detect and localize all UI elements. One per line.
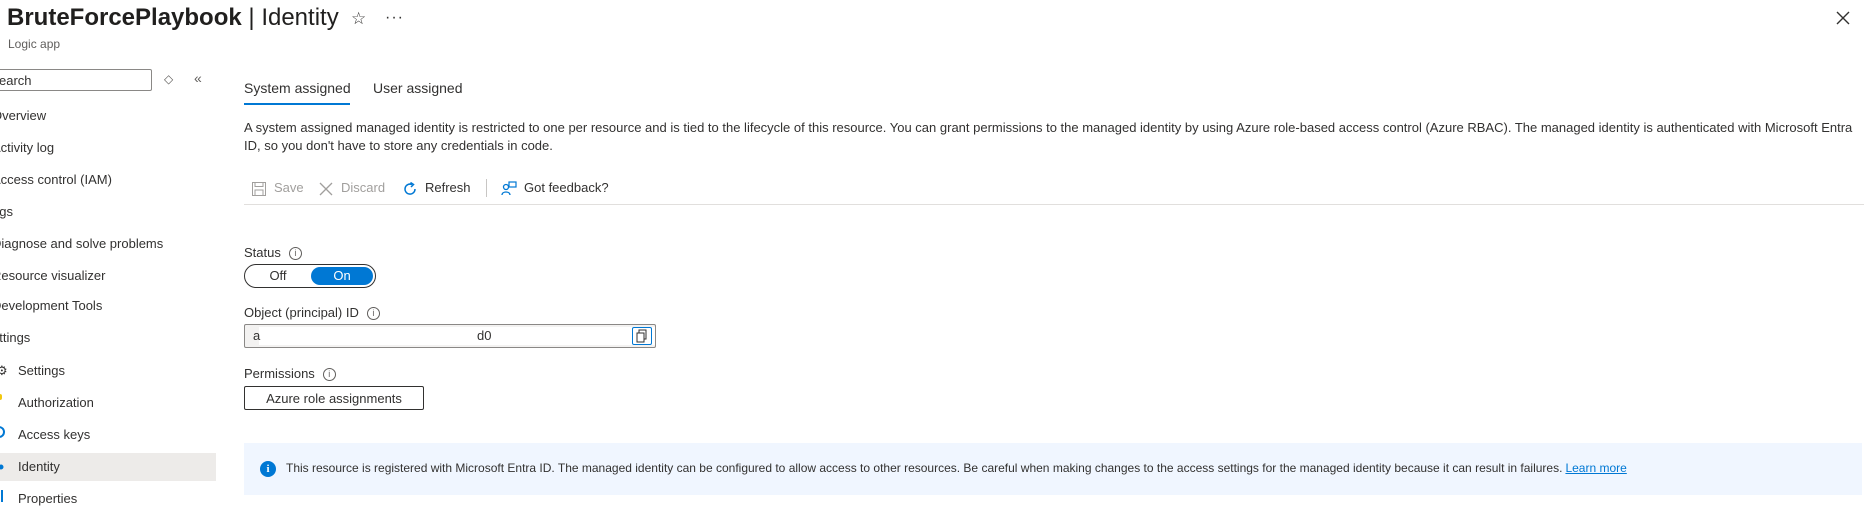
- info-icon[interactable]: i: [322, 368, 336, 381]
- save-icon: [250, 180, 268, 198]
- access-keys-icon: [0, 421, 12, 449]
- toolbar-divider: [486, 179, 487, 197]
- properties-icon: [0, 485, 12, 513]
- gear-icon: ⚙: [0, 363, 8, 378]
- key-icon: [0, 389, 12, 417]
- status-toggle[interactable]: Off On: [244, 264, 376, 288]
- sidebar-group-settings[interactable]: ettings: [0, 324, 208, 352]
- page-name: Identity: [261, 4, 339, 31]
- banner-message: This resource is registered with Microso…: [286, 461, 1627, 475]
- object-id-label-text: Object (principal) ID: [244, 305, 359, 320]
- discard-button[interactable]: Discard: [317, 177, 385, 199]
- sidebar-item-overview[interactable]: Overview: [0, 102, 208, 130]
- sidebar-item-label: Development Tools: [0, 298, 103, 313]
- object-id-value-end: d0: [477, 328, 492, 343]
- sidebar-item-label: Identity: [18, 459, 60, 474]
- sidebar-item-label: ettings: [0, 330, 31, 345]
- feedback-label: Got feedback?: [524, 180, 609, 195]
- title-separator: |: [241, 4, 262, 31]
- sidebar-group-development-tools[interactable]: Development Tools: [0, 292, 208, 320]
- status-off-option[interactable]: Off: [245, 265, 311, 287]
- learn-more-link[interactable]: Learn more: [1565, 461, 1626, 475]
- diamond-icon[interactable]: ◇: [164, 72, 173, 86]
- sidebar-item-label: Diagnose and solve problems: [0, 236, 164, 251]
- status-label-text: Status: [244, 245, 281, 260]
- object-id-label: Object (principal) ID i: [244, 305, 380, 320]
- copy-icon[interactable]: [632, 327, 652, 345]
- sidebar-item-label: Access keys: [18, 427, 91, 442]
- object-id-field[interactable]: a d0: [244, 324, 656, 348]
- discard-icon: [317, 180, 335, 198]
- active-tab-indicator: [244, 103, 350, 105]
- redaction-mask: [259, 327, 655, 345]
- azure-role-assignments-button[interactable]: Azure role assignments: [244, 386, 424, 410]
- search-box[interactable]: [0, 69, 152, 91]
- banner-text: This resource is registered with Microso…: [286, 461, 1563, 475]
- discard-label: Discard: [341, 180, 386, 195]
- info-icon[interactable]: i: [288, 247, 302, 260]
- refresh-button[interactable]: Refresh: [401, 177, 471, 199]
- sidebar-item-identity[interactable]: Identity: [0, 453, 216, 481]
- star-icon[interactable]: ☆: [351, 9, 366, 29]
- tab-user-assigned[interactable]: User assigned: [373, 80, 463, 96]
- info-icon[interactable]: i: [366, 307, 380, 320]
- info-banner: i This resource is registered with Micro…: [244, 443, 1862, 495]
- sidebar-item-properties[interactable]: Properties: [0, 485, 216, 513]
- feedback-button[interactable]: Got feedback?: [500, 177, 609, 199]
- sidebar-item-access-keys[interactable]: Access keys: [0, 421, 216, 449]
- description-text: A system assigned managed identity is re…: [244, 120, 1853, 153]
- sidebar-item-label: Authorization: [18, 395, 94, 410]
- sidebar-item-authorization[interactable]: Authorization: [0, 389, 216, 417]
- sidebar-item-settings[interactable]: ⚙ Settings: [0, 357, 216, 385]
- save-label: Save: [274, 180, 304, 195]
- status-on-option[interactable]: On: [311, 267, 373, 285]
- sidebar-item-label: Settings: [18, 363, 65, 378]
- sidebar-item-access-control[interactable]: Access control (IAM): [0, 166, 208, 194]
- refresh-icon: [401, 180, 419, 198]
- sidebar-item-label: Overview: [0, 108, 47, 123]
- sidebar-item-label: Resource visualizer: [0, 268, 106, 283]
- feedback-icon: [500, 180, 518, 198]
- collapse-icon[interactable]: «: [194, 70, 202, 86]
- save-button[interactable]: Save: [250, 177, 304, 199]
- sidebar-item-label: Properties: [18, 491, 78, 506]
- sidebar-item-label: Access control (IAM): [0, 172, 112, 187]
- page-title: BruteForcePlaybook | Identity: [7, 4, 339, 32]
- sidebar-item-activity-log[interactable]: Activity log: [0, 134, 208, 162]
- toolbar-divider-line: [244, 204, 1864, 205]
- sidebar-item-resource-visualizer[interactable]: Resource visualizer: [0, 262, 208, 290]
- close-icon[interactable]: [1834, 9, 1852, 27]
- permissions-label-text: Permissions: [244, 366, 315, 381]
- resource-name: BruteForcePlaybook: [7, 4, 242, 31]
- info-icon: i: [260, 461, 276, 477]
- refresh-label: Refresh: [425, 180, 471, 195]
- object-id-value-start: a: [253, 328, 261, 343]
- sidebar-item-diagnose[interactable]: Diagnose and solve problems: [0, 230, 208, 258]
- sidebar-item-label: ags: [0, 204, 13, 219]
- sidebar-item-tags[interactable]: ags: [0, 198, 208, 226]
- permissions-label: Permissions i: [244, 366, 336, 381]
- more-icon[interactable]: ···: [385, 9, 404, 27]
- sidebar-item-label: Activity log: [0, 140, 55, 155]
- identity-icon: [0, 453, 12, 481]
- resource-type: Logic app: [8, 37, 61, 51]
- status-label: Status i: [244, 245, 302, 260]
- search-input[interactable]: [0, 70, 149, 90]
- tab-system-assigned[interactable]: System assigned: [244, 80, 351, 96]
